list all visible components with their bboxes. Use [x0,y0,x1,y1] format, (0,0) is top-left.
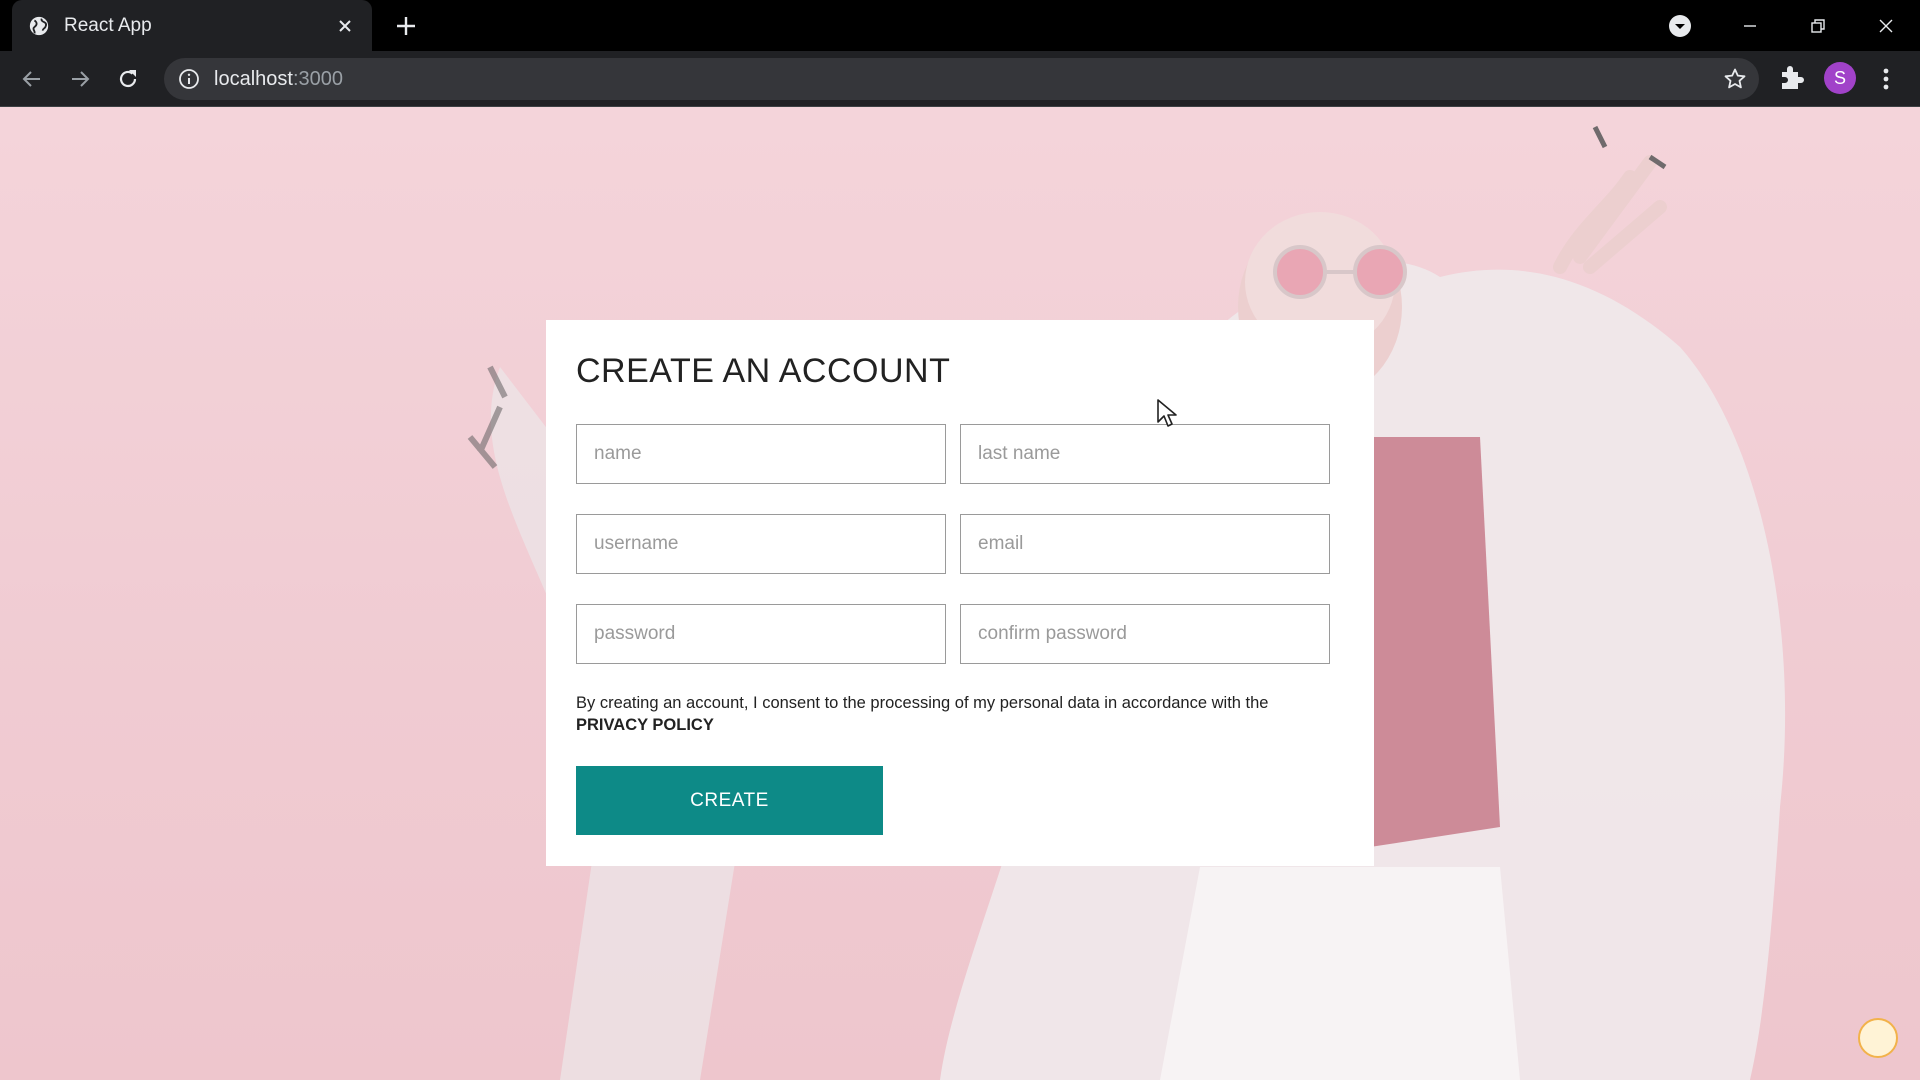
globe-icon [29,16,49,35]
window-close-icon[interactable] [1852,4,1920,48]
create-button[interactable]: CREATE [576,766,883,835]
url-host: localhost [214,67,293,90]
address-bar[interactable]: localhost:3000 [164,58,1759,100]
window-controls [1716,0,1920,51]
close-icon[interactable] [334,15,356,37]
url-text: localhost:3000 [214,68,343,91]
password-input[interactable] [576,604,946,664]
minimize-icon[interactable] [1716,4,1784,48]
overlay-badge-icon [1858,1018,1898,1058]
mouse-cursor-icon [1157,399,1177,427]
browser-titlebar: React App [0,0,1920,51]
kebab-menu-icon[interactable] [1876,65,1896,93]
info-icon[interactable] [178,68,200,90]
tab-title: React App [64,14,152,36]
username-input[interactable] [576,514,946,574]
privacy-agreement: By creating an account, I consent to the… [576,692,1356,736]
page-viewport: CREATE AN ACCOUNT By creating an account… [0,107,1920,1080]
create-account-card: CREATE AN ACCOUNT By creating an account… [546,320,1374,866]
browser-tab[interactable]: React App [12,0,372,51]
form-title: CREATE AN ACCOUNT [576,352,951,390]
plus-icon[interactable] [392,12,420,40]
tab-search-icon[interactable] [1668,14,1692,38]
confirm-password-input[interactable] [960,604,1330,664]
name-input[interactable] [576,424,946,484]
privacy-policy-link[interactable]: PRIVACY POLICY [576,716,714,734]
forward-icon[interactable] [66,65,94,93]
restore-icon[interactable] [1784,4,1852,48]
agreement-text: By creating an account, I consent to the… [576,694,1269,712]
reload-icon[interactable] [114,65,142,93]
profile-avatar[interactable]: S [1824,62,1856,94]
star-icon[interactable] [1723,67,1747,91]
email-input[interactable] [960,514,1330,574]
last-name-input[interactable] [960,424,1330,484]
url-port: :3000 [292,67,343,90]
browser-toolbar: localhost:3000 S [0,51,1920,107]
puzzle-icon[interactable] [1777,63,1805,93]
back-icon[interactable] [18,65,46,93]
